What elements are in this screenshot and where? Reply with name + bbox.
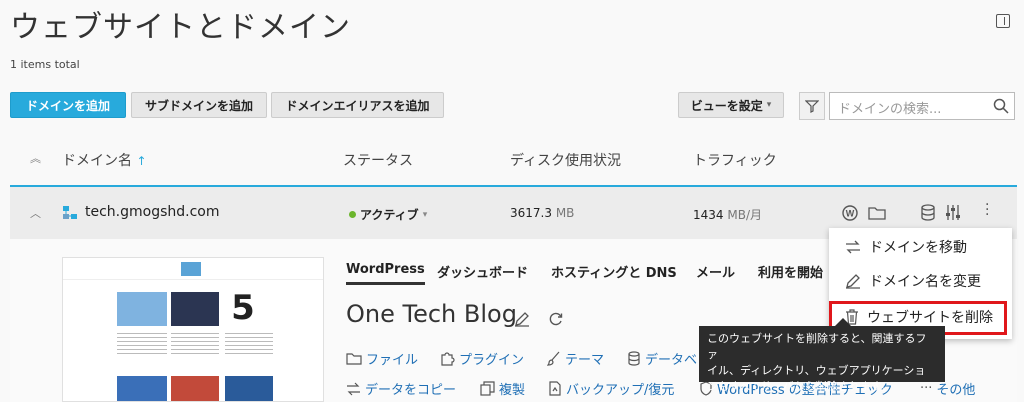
- sort-toggle-icon[interactable]: ︽: [30, 150, 41, 166]
- disk-usage-unit: MB: [555, 206, 575, 220]
- thumbnail-post-image: [117, 292, 167, 326]
- clone-label: 複製: [499, 383, 526, 398]
- domain-name-link[interactable]: tech.gmogshd.com: [85, 204, 220, 220]
- thumbnail-post-image: [171, 376, 219, 401]
- status-dropdown[interactable]: アクティブ ▾: [349, 206, 427, 223]
- domain-sitemap-icon: [63, 206, 77, 219]
- wordpress-icon[interactable]: W: [842, 205, 858, 221]
- header-status[interactable]: ステータス: [343, 150, 413, 170]
- menu-item-rename-domain[interactable]: ドメイン名を変更: [829, 264, 1012, 298]
- chevron-down-icon: ▾: [766, 100, 772, 110]
- traffic-unit: MB/月: [727, 208, 763, 222]
- folder-icon[interactable]: [868, 205, 886, 220]
- sort-ascending-icon: ↑: [136, 154, 147, 168]
- clone-icon: [480, 381, 495, 396]
- plugins-link[interactable]: プラグイン: [440, 349, 524, 368]
- add-domain-alias-button[interactable]: ドメインエイリアスを追加: [271, 92, 444, 118]
- svg-text:W: W: [846, 209, 855, 219]
- puzzle-icon: [441, 352, 455, 366]
- tooltip-line: このウェブサイトを削除すると、関連するファ: [707, 332, 927, 361]
- search-icon[interactable]: [993, 98, 1009, 114]
- refresh-icon[interactable]: [548, 311, 564, 327]
- themes-link-label: テーマ: [565, 353, 605, 368]
- thumbnail-post-image: [171, 292, 219, 326]
- header-disk[interactable]: ディスク使用状況: [510, 150, 621, 170]
- settings-sliders-icon[interactable]: [944, 204, 962, 221]
- website-thumbnail[interactable]: 5: [62, 257, 324, 402]
- tooltip-line: ンもすべてサーバから削除されます。: [707, 380, 892, 393]
- tab-hosting-dns[interactable]: ホスティングと DNS: [551, 262, 677, 281]
- search-placeholder: ドメインの検索...: [838, 102, 942, 117]
- thumbnail-badge: 5: [225, 288, 261, 328]
- backup-icon: [549, 381, 561, 396]
- header-domain[interactable]: ドメイン名 ↑: [62, 150, 147, 170]
- edit-pencil-icon[interactable]: [514, 311, 530, 327]
- menu-item-label: ドメイン名を変更: [869, 274, 981, 290]
- site-name: One Tech Blog: [346, 300, 517, 328]
- thumbnail-header: [63, 258, 323, 280]
- tooltip-line: イル、ディレクトリ、ウェブアプリケーショ: [707, 364, 926, 377]
- header-domain-label: ドメイン名: [62, 153, 132, 169]
- database-icon[interactable]: [920, 204, 936, 221]
- items-total: 1 items total: [10, 58, 80, 71]
- view-settings-button[interactable]: ビューを設定 ▾: [678, 92, 784, 118]
- menu-item-label: ドメインを移動: [869, 240, 967, 256]
- view-settings-label: ビューを設定: [690, 98, 763, 113]
- tab-mail[interactable]: メール: [696, 262, 735, 281]
- thumbnail-post-image: [225, 376, 273, 401]
- database-icon: [628, 351, 640, 366]
- traffic-value: 1434: [693, 208, 724, 222]
- filter-button[interactable]: [799, 92, 825, 120]
- status-active-dot-icon: [349, 211, 356, 218]
- collapse-panel-icon[interactable]: [996, 14, 1010, 28]
- thumbnail-post-image: [117, 376, 167, 401]
- files-link-label: ファイル: [366, 353, 419, 368]
- tab-dashboard[interactable]: ダッシュボード: [437, 262, 528, 281]
- brush-icon: [547, 351, 560, 366]
- chevron-down-icon: ▾: [422, 209, 428, 220]
- folder-icon: [346, 353, 362, 365]
- search-input[interactable]: ドメインの検索...: [829, 92, 1015, 120]
- delete-website-tooltip: このウェブサイトを削除すると、関連するファ イル、ディレクトリ、ウェブアプリケー…: [699, 318, 945, 393]
- themes-link[interactable]: テーマ: [547, 349, 604, 368]
- menu-item-move-domain[interactable]: ドメインを移動: [829, 230, 1012, 264]
- thumbnail-logo-icon: [181, 262, 201, 276]
- databases-link-label: データベ: [645, 353, 698, 368]
- thumbnail-text-lines: [225, 330, 273, 354]
- disk-usage: 3617.3 MB: [510, 206, 574, 220]
- status-label: アクティブ: [360, 208, 419, 222]
- backup-restore-link[interactable]: バックアップ/復元: [548, 379, 674, 398]
- collapse-row-icon[interactable]: ︿: [30, 205, 41, 221]
- thumbnail-text-lines: [171, 330, 219, 354]
- thumbnail-text-lines: [117, 330, 167, 354]
- more-actions-icon[interactable]: · · ·: [985, 198, 989, 222]
- files-link[interactable]: ファイル: [346, 349, 418, 368]
- edit-pencil-icon: [846, 274, 860, 289]
- header-traffic[interactable]: トラフィック: [693, 150, 777, 170]
- clone-link[interactable]: 複製: [480, 379, 525, 398]
- copy-data-label: データをコピー: [365, 383, 457, 398]
- copy-data-link[interactable]: データをコピー: [346, 379, 456, 398]
- page-title: ウェブサイトとドメイン: [10, 10, 351, 45]
- filter-icon: [805, 100, 819, 113]
- plugins-link-label: プラグイン: [459, 353, 525, 368]
- backup-restore-label: バックアップ/復元: [566, 383, 675, 398]
- databases-link[interactable]: データベ: [627, 349, 697, 368]
- add-subdomain-button[interactable]: サブドメインを追加: [131, 92, 267, 118]
- add-domain-button[interactable]: ドメインを追加: [10, 92, 126, 118]
- tab-wordpress[interactable]: WordPress: [346, 262, 425, 285]
- traffic-usage: 1434 MB/月: [693, 206, 762, 223]
- disk-usage-value: 3617.3: [510, 206, 552, 220]
- copy-arrows-icon: [347, 382, 360, 395]
- tab-getting-started[interactable]: 利用を開始: [758, 262, 823, 281]
- swap-arrows-icon: [846, 240, 860, 254]
